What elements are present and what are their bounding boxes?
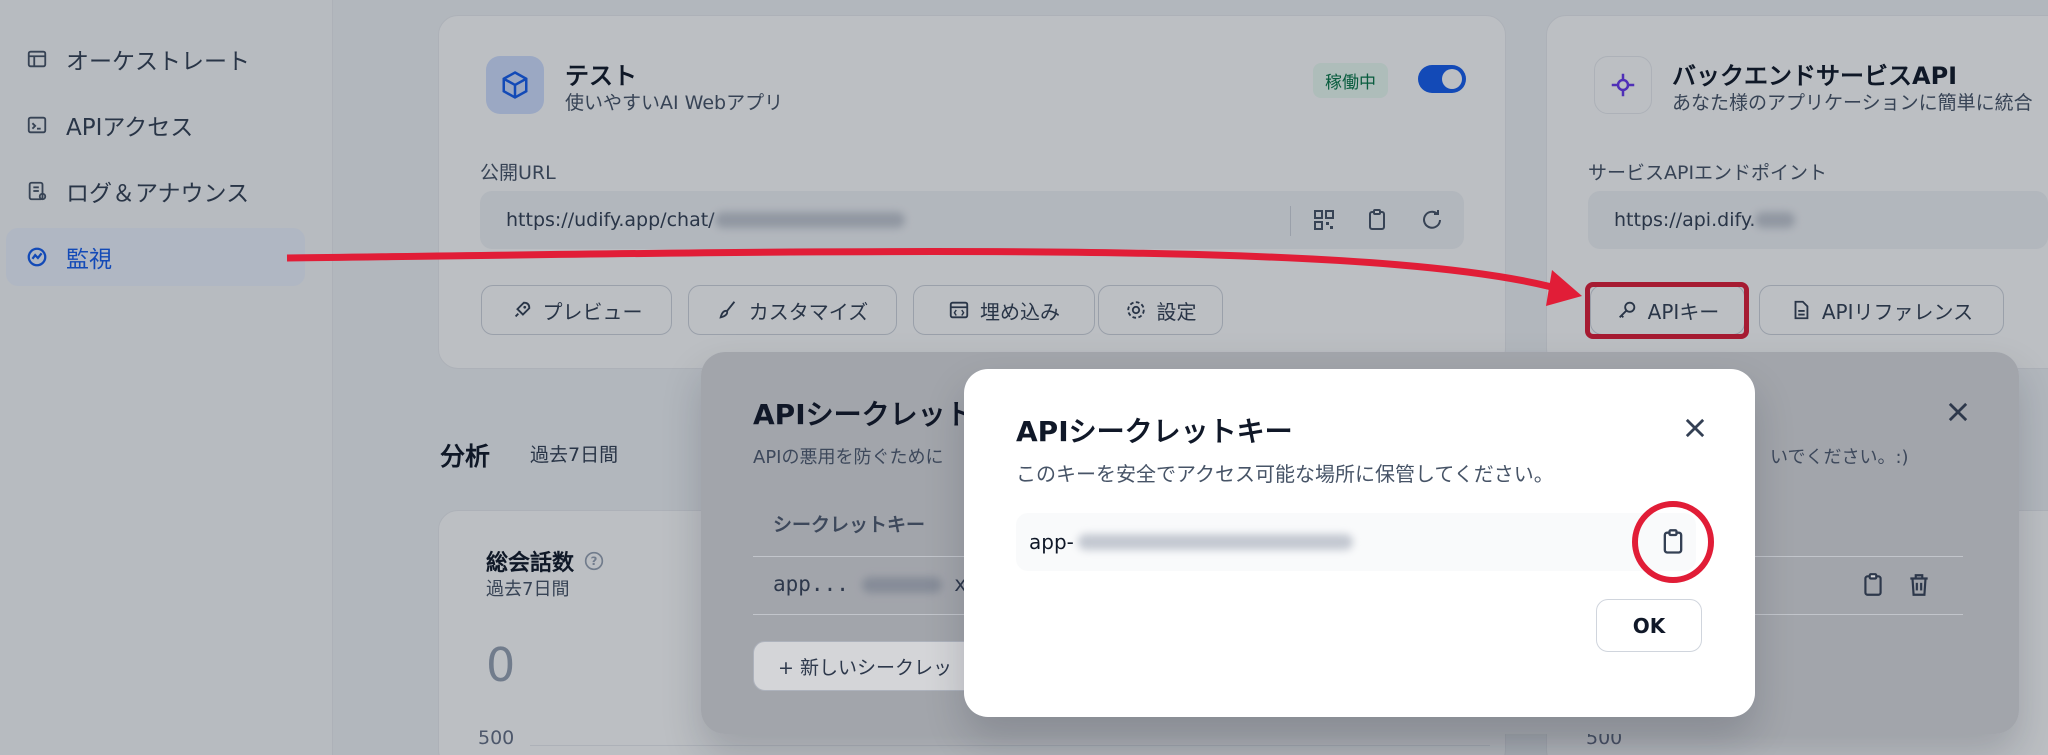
ok-button-label: OK [1632,613,1666,638]
arrow-head-upper [1546,270,1582,306]
secret-key-prefix: app- [1029,530,1074,554]
secret-key-redacted [1077,534,1353,550]
secret-key-field[interactable]: app- [1016,513,1696,571]
api-secret-key-title: APIシークレットキー [1016,415,1293,448]
highlight-circle-copy [1632,501,1714,583]
ok-button[interactable]: OK [1596,599,1702,652]
api-secret-key-subtitle: このキーを安全でアクセス可能な場所に保管してください。 [1016,462,1554,486]
close-icon[interactable] [1681,414,1709,442]
arrow-line-upper [286,248,1572,296]
